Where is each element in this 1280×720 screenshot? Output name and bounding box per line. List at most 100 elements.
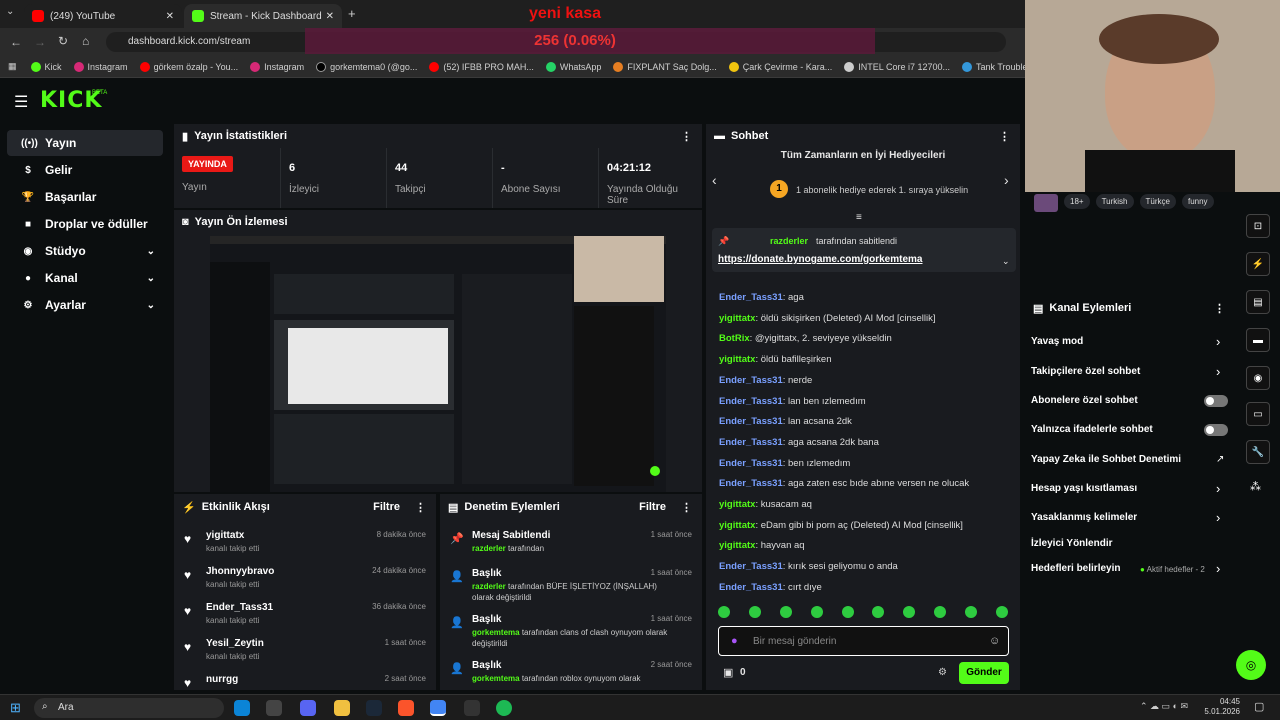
feed-item[interactable]: ♥ Yesil_Zeytin kanalı takip etti 1 saat önc… — [184, 636, 426, 668]
more-icon[interactable]: ⋮ — [999, 130, 1010, 143]
chat-username[interactable]: yigittatx — [719, 540, 755, 551]
gift-icon[interactable]: ▣ — [723, 666, 733, 679]
emoji-icon[interactable]: ☺ — [989, 635, 1000, 647]
obs-icon[interactable] — [464, 700, 480, 716]
home-icon[interactable]: ⌂ — [82, 34, 89, 48]
broadcast-icon[interactable]: ◉ — [1246, 366, 1270, 390]
bookmark[interactable]: görkem özalp - You... — [139, 61, 238, 72]
bookmark[interactable]: Kick — [30, 61, 62, 72]
moderation-item[interactable]: 👤 Başlık gorkemtema tarafından clans of cl… — [450, 612, 692, 654]
chat-username[interactable]: Ender_Tass31 — [719, 582, 783, 593]
close-icon[interactable]: ✕ — [326, 11, 334, 22]
microphone-icon[interactable]: ● — [731, 635, 738, 647]
chat-username[interactable]: Ender_Tass31 — [719, 375, 783, 386]
bookmark[interactable]: WhatsApp — [545, 61, 601, 72]
scroll-down-icon[interactable]: ≡ — [856, 212, 862, 223]
clock[interactable]: 04:45 5.01.2026 — [1200, 697, 1240, 717]
store-icon[interactable] — [266, 700, 282, 716]
chat-message[interactable]: Ender_Tass31: lan ben ızlemedım — [719, 396, 866, 407]
reload-icon[interactable]: ↻ — [58, 34, 68, 48]
sidebar-item-kanal[interactable]: ● Kanal ⌄ — [7, 265, 163, 291]
channel-action-item[interactable]: Abonelere özel sohbet — [1031, 395, 1138, 406]
feed-item[interactable]: ♥ Jhonnyybravo kanalı takip etti 24 dakika … — [184, 564, 426, 596]
chat-username[interactable]: yigittatx — [719, 354, 755, 365]
emote-icon[interactable] — [965, 606, 977, 618]
emote-icon[interactable] — [779, 606, 792, 618]
support-icon[interactable]: ◎ — [1236, 650, 1266, 680]
chat-message[interactable]: Ender_Tass31: aga zaten esc bıde abıne v… — [719, 478, 969, 489]
chat-message[interactable]: Ender_Tass31: ben ızlemedım — [719, 458, 850, 469]
chevron-right-icon[interactable]: › — [1216, 334, 1220, 349]
windows-start-icon[interactable]: ⊞ — [10, 700, 21, 716]
close-icon[interactable]: ✕ — [166, 11, 174, 22]
more-icon[interactable]: ⋮ — [1214, 302, 1225, 315]
sidebar-item-studyo[interactable]: ◉ Stüdyo ⌄ — [7, 238, 163, 264]
notification-icon[interactable]: ▢ — [1254, 700, 1264, 713]
emote-only-toggle[interactable] — [1204, 424, 1228, 436]
folder-icon[interactable] — [334, 700, 350, 716]
chevron-right-icon[interactable]: › — [1216, 364, 1220, 379]
chat-message[interactable]: yigittatx: eDam gibi bi porn aç (Deleted… — [719, 520, 963, 531]
emote-icon[interactable] — [748, 606, 761, 618]
emote-icon[interactable] — [934, 606, 947, 618]
chat-message[interactable]: yigittatx: öldü bafilleşirken — [719, 354, 831, 365]
chat-message[interactable]: Ender_Tass31: kırık sesi geliyomu o anda — [719, 561, 898, 572]
sidebar-item-basarilar[interactable]: 🏆 Başarılar — [7, 184, 163, 210]
more-icon[interactable]: ⋮ — [415, 501, 426, 514]
moderation-item[interactable]: 📌 Mesaj Sabitlendi razderler tarafından 1 s… — [450, 528, 692, 570]
emote-icon[interactable] — [810, 606, 823, 618]
emote-icon[interactable] — [903, 606, 916, 618]
sidebar-item-ayarlar[interactable]: ⚙ Ayarlar ⌄ — [7, 292, 163, 318]
chevron-right-icon[interactable]: › — [1216, 481, 1220, 496]
moderation-author[interactable]: razderler — [472, 582, 506, 591]
chat-message[interactable]: BotRix: @yigittatx, 2. seviyeye yükseldi… — [719, 333, 892, 344]
moderation-author[interactable]: razderler — [472, 544, 506, 553]
moderation-author[interactable]: gorkemtema — [472, 628, 520, 637]
feed-item[interactable]: ♥ Ender_Tass31 kanalı takip etti 36 dakika … — [184, 600, 426, 632]
chat-message[interactable]: Ender_Tass31: aga — [719, 292, 804, 303]
chat-message[interactable]: yigittatx: hayvan aq — [719, 540, 805, 551]
chat-icon[interactable]: ▬ — [1246, 328, 1270, 352]
external-link-icon[interactable]: ↗ — [1216, 454, 1224, 465]
chat-input[interactable]: ● Bir mesaj gönderin ☺ — [718, 626, 1009, 656]
tag-pill[interactable]: 18+ — [1064, 194, 1090, 209]
chat-message[interactable]: Ender_Tass31: cırt dıye — [719, 582, 822, 593]
chevron-right-icon[interactable]: › — [1216, 510, 1220, 525]
chat-username[interactable]: Ender_Tass31 — [719, 396, 783, 407]
emote-icon[interactable] — [718, 606, 730, 618]
chat-username[interactable]: BotRix — [719, 333, 750, 344]
share-icon[interactable]: ⁂ — [1250, 480, 1261, 493]
tab-kick-dashboard[interactable]: Stream - Kick Dashboard ✕ — [184, 4, 342, 28]
moderation-item[interactable]: 👤 Başlık gorkemtema tarafından roblox oynu… — [450, 658, 692, 690]
channel-action-item[interactable]: Takipçilere özel sohbet — [1031, 366, 1140, 377]
spotify-icon[interactable] — [496, 700, 512, 716]
feed-item[interactable]: ♥ yigittatx kanalı takip etti 8 dakika önce — [184, 528, 426, 560]
tag-pill[interactable]: Türkçe — [1139, 194, 1176, 209]
sidebar-item-gelir[interactable]: $ Gelir — [7, 157, 163, 183]
tag-pill[interactable]: funny — [1181, 194, 1214, 209]
menu-icon[interactable]: ☰ — [14, 92, 28, 112]
feed-item[interactable]: ♥ nurrgg 2 saat önce — [184, 672, 426, 690]
subscriber-only-toggle[interactable] — [1204, 395, 1228, 407]
emote-icon[interactable] — [872, 606, 885, 618]
bookmark[interactable]: FIXPLANT Saç Dolg... — [613, 61, 717, 72]
moderation-author[interactable]: gorkemtema — [472, 674, 520, 683]
chrome-icon[interactable] — [430, 700, 446, 716]
tab-list-icon[interactable]: ⌄ — [6, 6, 14, 17]
steam-icon[interactable] — [366, 700, 382, 716]
chat-username[interactable]: Ender_Tass31 — [719, 561, 783, 572]
bookmark[interactable]: INTEL Core i7 12700... — [844, 61, 950, 72]
more-icon[interactable]: ⋮ — [681, 130, 692, 143]
chat-username[interactable]: Ender_Tass31 — [719, 437, 783, 448]
moderation-item[interactable]: 👤 Başlık razderler tarafından BÜFE İŞLETİY… — [450, 566, 692, 608]
brave-icon[interactable] — [398, 700, 414, 716]
chat-username[interactable]: yigittatx — [719, 499, 755, 510]
bookmark[interactable]: Çark Çevirme - Kara... — [728, 61, 832, 72]
forward-icon[interactable]: → — [34, 35, 46, 49]
pinned-link[interactable]: https://donate.bynogame.com/gorkemtema — [718, 254, 922, 265]
channel-action-item[interactable]: Yalnızca ifadelerle sohbet — [1031, 424, 1153, 435]
chat-message[interactable]: Ender_Tass31: aga acsana 2dk bana — [719, 437, 879, 448]
chat-username[interactable]: yigittatx — [719, 313, 755, 324]
back-icon[interactable]: ← — [10, 35, 22, 49]
chevron-down-icon[interactable]: ⌄ — [1002, 256, 1010, 267]
